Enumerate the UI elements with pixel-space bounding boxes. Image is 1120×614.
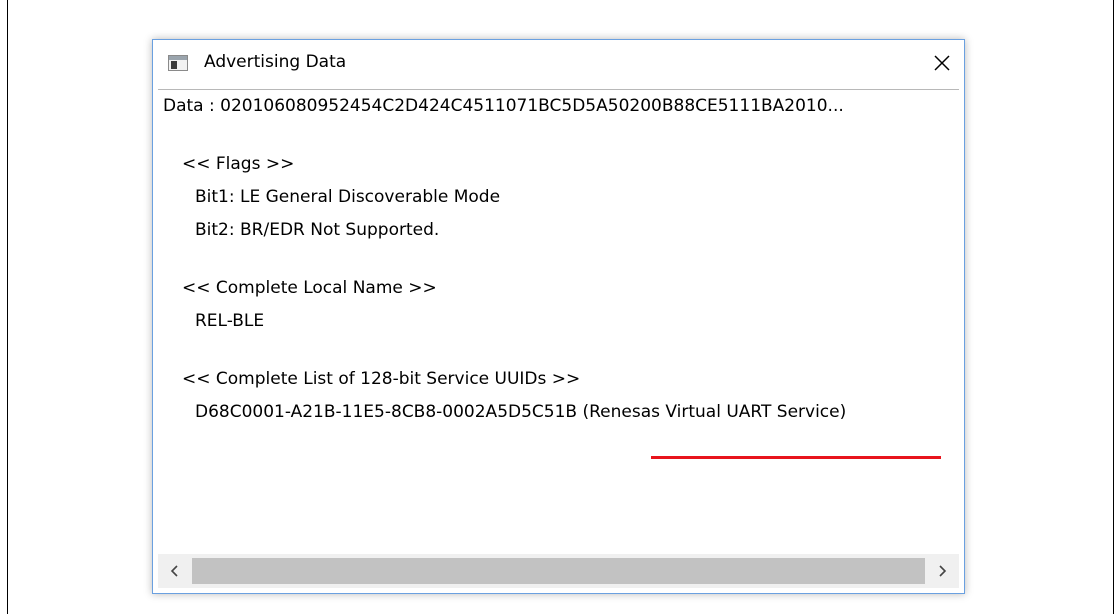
- uuid-header: << Complete List of 128-bit Service UUID…: [182, 369, 581, 389]
- local-name-value: REL-BLE: [195, 311, 265, 331]
- data-line: Data : 020106080952454C2D424C4511071BC5D…: [163, 96, 844, 116]
- local-name-header: << Complete Local Name >>: [182, 278, 437, 298]
- chevron-left-icon: [170, 565, 178, 577]
- flag-bit2: Bit2: BR/EDR Not Supported.: [195, 220, 440, 240]
- horizontal-scrollbar[interactable]: [158, 554, 959, 588]
- scroll-right-button[interactable]: [925, 554, 959, 588]
- highlight-underline: [651, 456, 941, 459]
- advertising-data-window: Advertising Data Data : 020106080952454C…: [152, 39, 965, 594]
- flag-bit1: Bit1: LE General Discoverable Mode: [195, 187, 501, 207]
- title-bar[interactable]: Advertising Data: [153, 40, 964, 89]
- close-button[interactable]: [918, 40, 964, 86]
- flags-header: << Flags >>: [182, 154, 295, 174]
- window-title: Advertising Data: [204, 52, 347, 72]
- scroll-left-button[interactable]: [158, 554, 192, 588]
- app-window-icon: [168, 55, 188, 71]
- advertising-data-text-area[interactable]: Data : 020106080952454C2D424C4511071BC5D…: [158, 89, 959, 539]
- uuid-value: D68C0001-A21B-11E5-8CB8-0002A5D5C51B (Re…: [195, 402, 847, 422]
- close-icon: [934, 55, 950, 71]
- chevron-right-icon: [939, 565, 947, 577]
- scrollbar-thumb[interactable]: [192, 558, 925, 584]
